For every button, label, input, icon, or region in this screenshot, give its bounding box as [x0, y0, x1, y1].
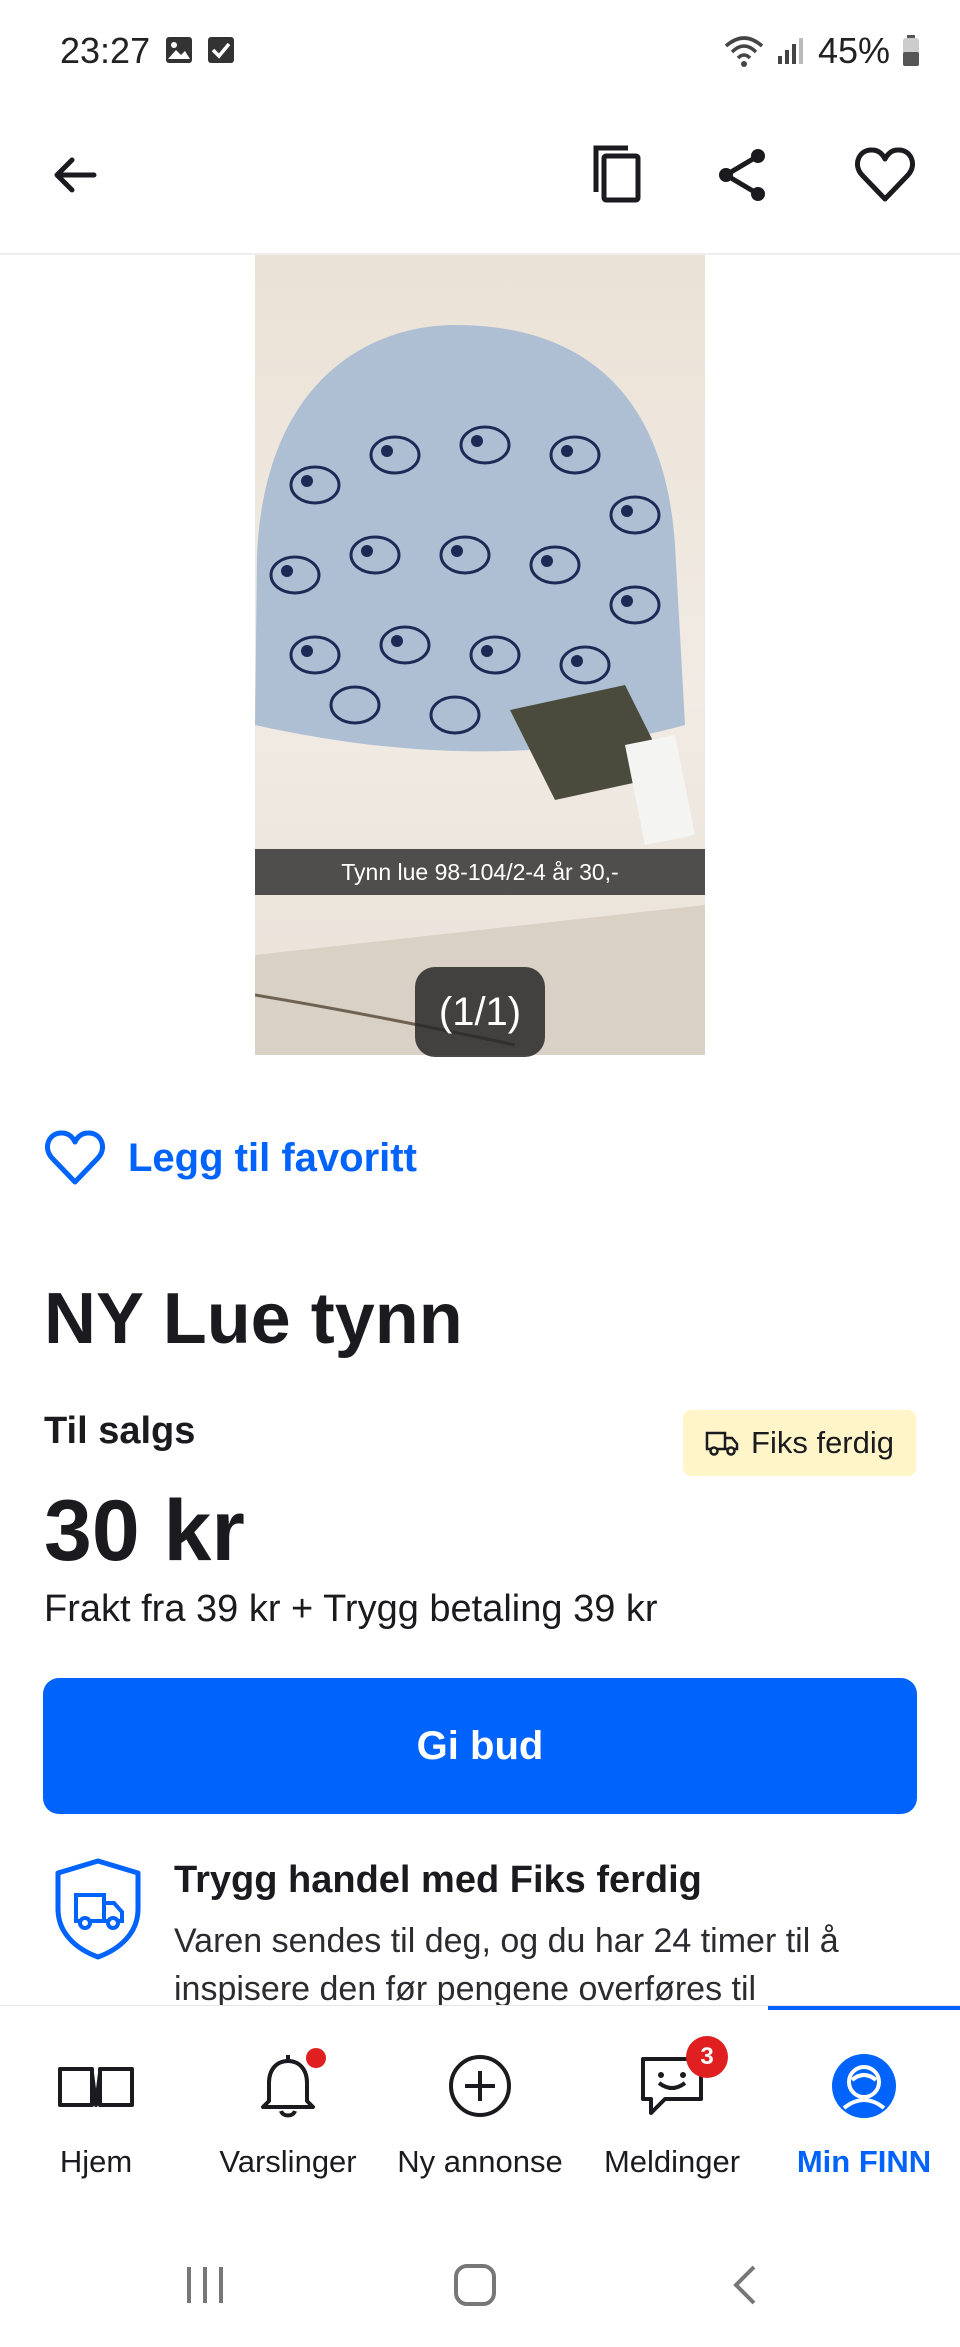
signal-icon [777, 38, 803, 64]
safe-trade-info: Trygg handel med Fiks ferdig Varen sende… [44, 1855, 924, 2005]
delivery-truck-icon [705, 1431, 739, 1456]
bottom-navigation: Hjem Varslinger Ny annonse 3 Meldinger M… [0, 2005, 960, 2215]
shield-delivery-icon [55, 1858, 141, 1960]
copy-button[interactable] [572, 130, 662, 220]
listing-title: NY Lue tynn [44, 1279, 463, 1359]
checkbox-notification-icon [208, 37, 234, 63]
safe-trade-text: Varen sendes til deg, og du har 24 timer… [174, 1922, 839, 2005]
arrow-left-icon [54, 157, 97, 193]
chevron-left-icon [733, 2265, 756, 2305]
gallery-notification-icon [166, 37, 192, 63]
book-icon [58, 2067, 134, 2107]
nav-item-varslinger[interactable]: Varslinger [192, 2046, 384, 2180]
share-icon [719, 149, 765, 201]
image-gallery[interactable]: Tynn lue 98-104/2-4 år 30,- (1/1) [0, 255, 960, 1057]
battery-percent: 45% [817, 30, 890, 71]
nav-label-varslinger: Varslinger [219, 2144, 357, 2179]
battery-icon [903, 35, 919, 66]
nav-label-hjem: Hjem [59, 2144, 133, 2179]
home-icon [454, 2264, 496, 2306]
recent-apps-button[interactable] [155, 2255, 255, 2315]
recent-apps-icon [187, 2267, 223, 2303]
wifi-icon [724, 36, 764, 67]
status-time: 23:27 [60, 30, 151, 71]
heart-icon [855, 147, 915, 202]
photo-caption: Tynn lue 98-104/2-4 år 30,- [255, 849, 705, 895]
fiks-ferdig-badge: Fiks ferdig [683, 1410, 916, 1476]
share-button[interactable] [698, 130, 788, 220]
shipping-info: Frakt fra 39 kr + Trygg betaling 39 kr [44, 1588, 658, 1630]
listing-photo[interactable]: Tynn lue 98-104/2-4 år 30,- [255, 255, 705, 1055]
copy-icon [593, 145, 641, 203]
listing-price: 30 kr [44, 1483, 245, 1579]
status-bar: 23:27 45% [0, 0, 960, 100]
nav-label-min-finn: Min FINN [796, 2144, 932, 2179]
profile-icon [832, 2054, 896, 2118]
nav-item-min-finn[interactable]: Min FINN [768, 2046, 960, 2180]
add-favorite-link[interactable]: Legg til favoritt [44, 1130, 417, 1186]
listing-status: Til salgs [44, 1410, 196, 1452]
badge-label: Fiks ferdig [751, 1425, 894, 1460]
nav-label-ny-annonse: Ny annonse [397, 2144, 563, 2179]
beanie-photo [255, 325, 705, 1055]
status-right: 45% [724, 30, 920, 72]
nav-item-hjem[interactable]: Hjem [0, 2046, 192, 2180]
system-navigation [0, 2215, 960, 2347]
nav-item-meldinger[interactable]: 3 Meldinger [576, 2036, 768, 2180]
bid-button[interactable]: Gi bud [43, 1678, 917, 1814]
nav-label-meldinger: Meldinger [603, 2144, 741, 2179]
add-favorite-label: Legg til favoritt [128, 1135, 417, 1180]
home-button[interactable] [425, 2255, 525, 2315]
plus-circle-icon [449, 2055, 511, 2117]
message-count-badge: 3 [686, 2036, 728, 2078]
back-button[interactable] [30, 130, 120, 220]
nav-item-ny-annonse[interactable]: Ny annonse [384, 2046, 576, 2180]
system-back-button[interactable] [695, 2255, 795, 2315]
heart-icon [45, 1130, 105, 1185]
favorite-toolbar-button[interactable] [840, 130, 930, 220]
safe-trade-title: Trygg handel med Fiks ferdig [174, 1859, 702, 1901]
active-tab-indicator [768, 2006, 960, 2010]
app-bar [0, 100, 960, 255]
image-counter: (1/1) [415, 967, 545, 1057]
notification-dot [306, 2048, 326, 2068]
